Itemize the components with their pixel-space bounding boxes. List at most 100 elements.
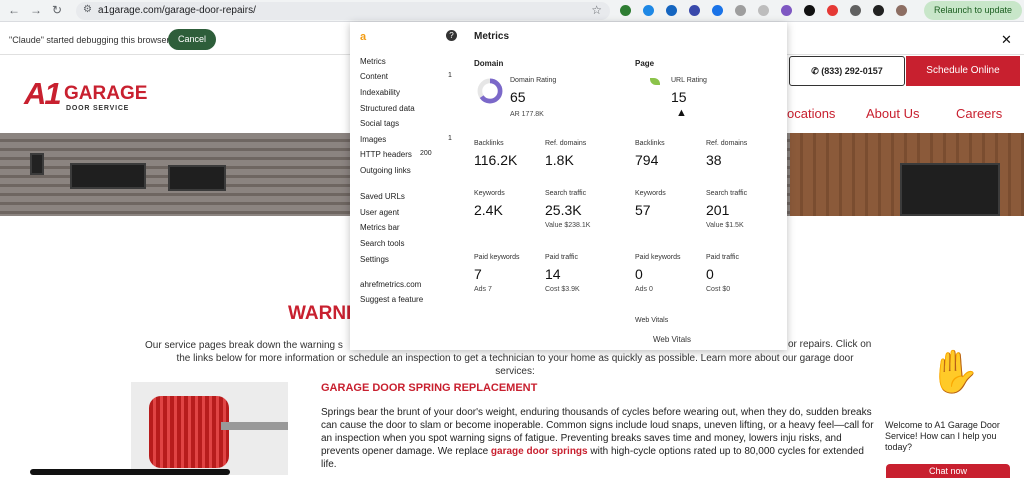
phone-button[interactable]: ✆ (833) 292-0157 xyxy=(789,56,905,86)
domain-paid-keywords-value[interactable]: 7 xyxy=(474,266,482,282)
browser-extension-icon[interactable] xyxy=(758,5,769,16)
browser-extension-icon[interactable] xyxy=(781,5,792,16)
domain-traffic-value[interactable]: 25.3K xyxy=(545,202,582,218)
panel-menu-item[interactable]: HTTP headers xyxy=(360,150,412,159)
domain-paid-traffic-value[interactable]: 14 xyxy=(545,266,561,282)
page-heading: WARNI xyxy=(288,303,352,324)
panel-menu-item[interactable]: Content xyxy=(360,72,388,81)
chat-now-button[interactable]: Chat now xyxy=(886,464,1010,478)
panel-menu-item[interactable]: Search tools xyxy=(360,239,404,248)
panel-menu-item[interactable]: Outgoing links xyxy=(360,166,411,175)
panel-menu-item[interactable]: Suggest a feature xyxy=(360,295,423,304)
panel-menu-item[interactable]: Saved URLs xyxy=(360,192,405,201)
nav-careers[interactable]: Careers xyxy=(956,106,1002,121)
bookmark-star-icon[interactable]: ☆ xyxy=(591,3,602,17)
panel-menu-item[interactable]: Indexability xyxy=(360,88,400,97)
panel-menu-count: 1 xyxy=(448,135,452,142)
browser-extension-icon[interactable] xyxy=(620,5,631,16)
page-heading-col: Page xyxy=(635,59,655,68)
nav-locations[interactable]: ocations xyxy=(787,106,835,121)
domain-heading: Domain xyxy=(474,59,504,68)
intro-line-2: the links below for more information or … xyxy=(176,353,854,364)
a1-garage-logo[interactable]: A1 GARAGE DOOR SERVICE xyxy=(24,76,154,118)
browser-extension-icon[interactable] xyxy=(896,5,907,16)
web-vitals-label: Web Vitals xyxy=(635,317,669,324)
panel-menu-count: 200 xyxy=(420,150,432,157)
url-rating-leaf-icon xyxy=(650,78,660,85)
site-info-icon[interactable]: ⚙ xyxy=(83,4,92,15)
page-paid-cost: Cost $0 xyxy=(706,286,731,293)
domain-traffic-label: Search traffic xyxy=(545,190,587,197)
browser-extension-icon[interactable] xyxy=(873,5,884,16)
page-traffic-worth: Value $1.5K xyxy=(706,222,744,229)
logo-a1: A1 xyxy=(24,76,62,111)
panel-menu-item[interactable]: Images xyxy=(360,135,386,144)
page-refdomains-value[interactable]: 38 xyxy=(706,152,722,168)
page-keywords-value[interactable]: 57 xyxy=(635,202,651,218)
cancel-debugging-button[interactable]: Cancel xyxy=(168,29,216,50)
domain-paid-keywords-label: Paid keywords xyxy=(474,254,520,261)
browser-extension-icon[interactable] xyxy=(666,5,677,16)
web-vitals-link[interactable]: Web Vitals xyxy=(653,335,691,344)
help-icon[interactable]: ? xyxy=(446,30,457,41)
domain-traffic-worth: Value $238.1K xyxy=(545,222,591,229)
panel-menu-item[interactable]: Structured data xyxy=(360,104,415,113)
page-ads-count: Ads 0 xyxy=(635,286,653,293)
close-icon[interactable]: ✕ xyxy=(1001,32,1012,48)
page-traffic-label: Search traffic xyxy=(706,190,748,197)
page-refdomains-label: Ref. domains xyxy=(706,140,748,147)
chat-welcome-text: Welcome to A1 Garage Door Service! How c… xyxy=(885,420,1000,452)
back-arrow-icon[interactable]: ← xyxy=(8,3,20,17)
domain-rating-value: 65 xyxy=(510,89,526,105)
page-backlinks-value[interactable]: 794 xyxy=(635,152,658,168)
section-title: GARAGE DOOR SPRING REPLACEMENT xyxy=(321,382,538,394)
domain-paid-cost: Cost $3.9K xyxy=(545,286,580,293)
schedule-online-button[interactable]: Schedule Online xyxy=(906,56,1020,86)
panel-menu-item[interactable]: Settings xyxy=(360,255,389,264)
browser-extension-icon[interactable] xyxy=(827,5,838,16)
url-text[interactable]: a1garage.com/garage-door-repairs/ xyxy=(98,5,256,16)
panel-menu-item[interactable]: Social tags xyxy=(360,119,399,128)
logo-subtitle: DOOR SERVICE xyxy=(66,105,130,112)
domain-backlinks-value[interactable]: 116.2K xyxy=(474,152,517,168)
spring-image xyxy=(131,382,288,475)
domain-refdomains-value[interactable]: 1.8K xyxy=(545,152,574,168)
reload-icon[interactable]: ↻ xyxy=(52,3,62,17)
browser-extension-icon[interactable] xyxy=(689,5,700,16)
page-paid-keywords-value[interactable]: 0 xyxy=(635,266,643,282)
panel-menu-item[interactable]: User agent xyxy=(360,208,399,217)
browser-extension-icon[interactable] xyxy=(643,5,654,16)
url-rating-label: URL Rating xyxy=(671,77,707,84)
relaunch-button[interactable]: Relaunch to update xyxy=(924,1,1022,20)
browser-extension-icon[interactable] xyxy=(712,5,723,16)
browser-extension-icon[interactable] xyxy=(735,5,746,16)
page-paid-traffic-value[interactable]: 0 xyxy=(706,266,714,282)
panel-menu-item[interactable]: ahrefmetrics.com xyxy=(360,280,421,289)
extension-logo: a xyxy=(360,31,367,43)
panel-menu-item[interactable]: Metrics xyxy=(360,57,386,66)
logo-name: GARAGE xyxy=(64,83,148,104)
page-paid-keywords-label: Paid keywords xyxy=(635,254,681,261)
browser-toolbar: ← → ↻ ⚙ a1garage.com/garage-door-repairs… xyxy=(0,0,1024,22)
waving-hand-icon: ✋ xyxy=(928,348,981,395)
phone-number: (833) 292-0157 xyxy=(821,66,883,76)
domain-backlinks-label: Backlinks xyxy=(474,140,504,147)
page-traffic-value[interactable]: 201 xyxy=(706,202,729,218)
domain-keywords-label: Keywords xyxy=(474,190,505,197)
panel-title: Metrics xyxy=(474,31,510,42)
panel-menu-item[interactable]: Metrics bar xyxy=(360,223,400,232)
nav-about-us[interactable]: About Us xyxy=(866,106,919,121)
forward-arrow-icon[interactable]: → xyxy=(30,3,42,17)
ahrefs-rank: AR 177.8K xyxy=(510,111,544,118)
debugging-message: "Claude" started debugging this browser xyxy=(9,35,170,45)
domain-rating-label: Domain Rating xyxy=(510,77,557,84)
domain-refdomains-label: Ref. domains xyxy=(545,140,587,147)
domain-rating-donut xyxy=(477,78,503,104)
domain-keywords-value[interactable]: 2.4K xyxy=(474,202,503,218)
garage-door-springs-link[interactable]: garage door springs xyxy=(491,446,588,457)
address-bar[interactable]: ⚙ a1garage.com/garage-door-repairs/ ☆ xyxy=(76,2,610,20)
browser-extension-icon[interactable] xyxy=(850,5,861,16)
chat-widget: ✋ Welcome to A1 Garage Door Service! How… xyxy=(877,326,1024,478)
intro-line-1-end: or repairs. Click on xyxy=(788,339,872,350)
browser-extension-icon[interactable] xyxy=(804,5,815,16)
